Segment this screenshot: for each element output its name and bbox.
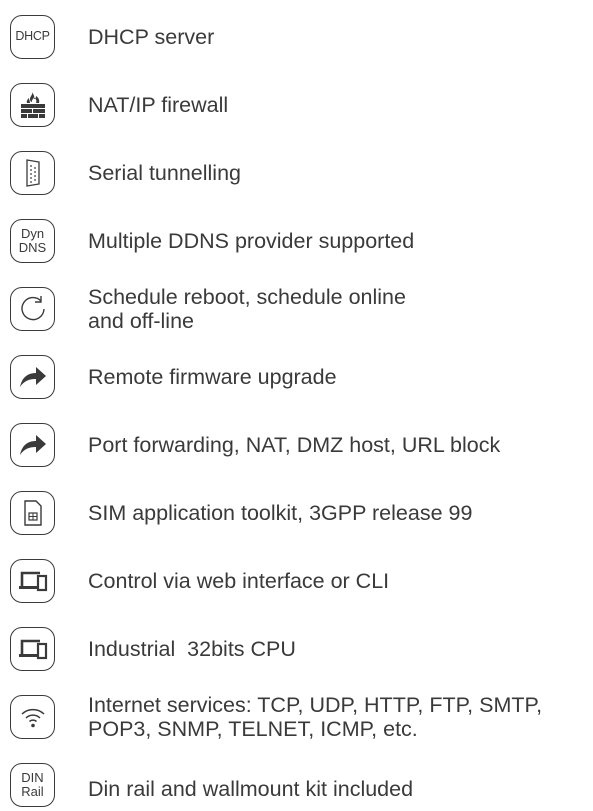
sim-card-glyph: [23, 500, 42, 526]
wifi-glyph: [20, 708, 45, 728]
feature-label: Remote firmware upgrade: [88, 365, 337, 389]
reboot-icon: [10, 287, 55, 331]
feature-label: NAT/IP firewall: [88, 93, 229, 117]
feature-label-multiline: Schedule reboot, schedule online and off…: [88, 285, 406, 333]
devices-glyph: [18, 639, 47, 660]
feature-label-line-2: and off-line: [88, 309, 194, 333]
feature-label: Industrial 32bits CPU: [88, 637, 296, 661]
wifi-icon: [10, 695, 55, 739]
dhcp-icon: DHCP: [10, 15, 55, 59]
serial-port-glyph: [25, 159, 40, 187]
feature-label-line-1: Schedule reboot, schedule online: [88, 285, 406, 309]
feature-label-line-2: POP3, SNMP, TELNET, ICMP, etc.: [88, 717, 418, 741]
arrow-share-glyph: [19, 367, 46, 387]
feature-label-line-1: Internet services: TCP, UDP, HTTP, FTP, …: [88, 693, 543, 717]
firewall-icon: [10, 83, 55, 127]
devices-glyph: [18, 571, 47, 592]
feature-label: SIM application toolkit, 3GPP release 99: [88, 501, 473, 525]
din-rail-icon-text-2: Rail: [21, 784, 44, 799]
arrow-share-icon: [10, 355, 55, 399]
feature-label: Control via web interface or CLI: [88, 569, 390, 593]
devices-icon: [10, 627, 55, 671]
feature-list: DHCP DHCP server NAT/IP firewall Serial …: [0, 0, 593, 811]
devices-icon: [10, 559, 55, 603]
din-rail-icon-text-1: DIN: [21, 770, 44, 786]
din-rail-icon: DIN Rail: [10, 763, 55, 807]
dyndns-icon: Dyn DNS: [10, 219, 55, 263]
reboot-glyph: [20, 296, 45, 321]
feature-label: DHCP server: [88, 25, 215, 49]
feature-label: Multiple DDNS provider supported: [88, 229, 415, 253]
feature-label: Port forwarding, NAT, DMZ host, URL bloc…: [88, 433, 501, 457]
arrow-share-glyph: [19, 435, 46, 455]
sim-card-icon: [10, 491, 55, 535]
serial-port-icon: [10, 151, 55, 195]
dhcp-icon-text: DHCP: [15, 29, 50, 44]
feature-label: Din rail and wallmount kit included: [88, 777, 414, 801]
feature-label-multiline: Internet services: TCP, UDP, HTTP, FTP, …: [88, 693, 542, 741]
dyndns-icon-text-1: Dyn: [20, 226, 45, 242]
firewall-glyph: [20, 92, 45, 118]
arrow-share-icon: [10, 423, 55, 467]
dyndns-icon-text-2: DNS: [18, 240, 47, 255]
feature-label: Serial tunnelling: [88, 161, 241, 185]
